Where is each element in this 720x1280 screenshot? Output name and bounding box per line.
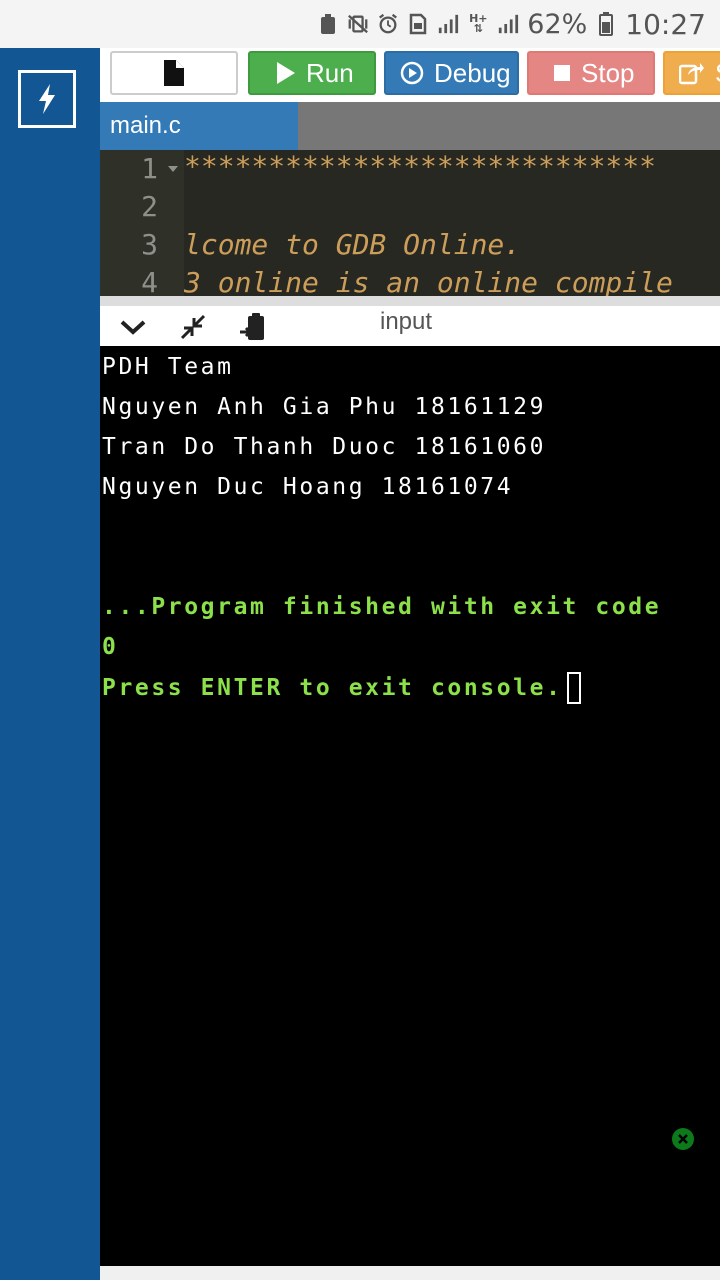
code-editor[interactable]: 1 2 3 4 **************************** lco… (100, 150, 720, 296)
run-label: Run (306, 57, 354, 88)
file-tab-bar: main.c (100, 102, 720, 150)
code-line: 3 online is an online compile (184, 266, 673, 296)
chevron-down-icon[interactable] (118, 312, 148, 342)
clock: 10:27 (625, 7, 706, 41)
battery-icon (595, 12, 617, 36)
line-number: 1 (141, 152, 158, 185)
console-title: input (380, 308, 433, 335)
tab-main-c[interactable]: main.c (100, 102, 298, 150)
run-button[interactable]: Run (248, 51, 376, 95)
share-icon (679, 63, 704, 85)
file-icon (164, 60, 184, 86)
output-line: Nguyen Anh Gia Phu 18161129 (102, 394, 547, 420)
line-number: 3 (141, 228, 158, 261)
output-line: Tran Do Thanh Duoc 18161060 (102, 434, 547, 460)
paste-clipboard-icon[interactable] (238, 312, 268, 342)
compress-icon[interactable] (178, 312, 208, 342)
play-circle-icon (400, 61, 424, 85)
console-output[interactable]: PDH Team Nguyen Anh Gia Phu 18161129 Tra… (100, 346, 720, 1266)
pane-splitter[interactable] (100, 296, 720, 306)
toolbar: Run Debug Stop S (100, 48, 720, 102)
exit-code: 0 (102, 634, 119, 660)
share-button[interactable]: S (663, 51, 720, 95)
share-label: S (715, 58, 720, 89)
play-icon (277, 62, 295, 84)
program-finished-message: ...Program finished with exit code (102, 594, 662, 620)
bottom-strip (100, 1266, 720, 1280)
output-line: PDH Team (102, 354, 234, 380)
status-icons: H+ ⇅ 62% 10:27 (317, 6, 706, 42)
fold-arrow-icon[interactable] (168, 166, 178, 172)
recycle-icon (317, 13, 339, 35)
line-number: 4 (141, 266, 158, 296)
line-number: 2 (141, 190, 158, 223)
alarm-icon (377, 13, 399, 35)
stop-icon (554, 65, 570, 81)
signal-icon (437, 13, 459, 35)
debug-button[interactable]: Debug (384, 51, 519, 95)
press-enter-message: Press ENTER to exit console. (102, 675, 563, 701)
sidebar (0, 48, 100, 1280)
sim-card-icon (407, 13, 429, 35)
lightning-bolt-icon (39, 84, 55, 114)
vibrate-mute-icon (347, 13, 369, 35)
close-console-icon[interactable] (672, 1128, 694, 1150)
battery-percent: 62% (527, 8, 588, 40)
text-cursor (566, 672, 581, 704)
stop-label: Stop (581, 57, 635, 88)
press-enter-line: Press ENTER to exit console. (102, 672, 581, 704)
line-number-gutter: 1 2 3 4 (100, 150, 184, 296)
code-line: **************************** (184, 150, 657, 183)
console-header: input (100, 306, 720, 346)
stop-button[interactable]: Stop (527, 51, 655, 95)
network-type-icon: H+ ⇅ (469, 12, 488, 35)
tab-label: main.c (110, 112, 181, 139)
debug-label: Debug (434, 57, 511, 88)
output-line: Nguyen Duc Hoang 18161074 (102, 474, 514, 500)
new-file-button[interactable] (110, 51, 238, 95)
code-area[interactable]: **************************** lcome to GD… (184, 150, 720, 296)
signal-icon-2 (497, 13, 519, 35)
status-bar: H+ ⇅ 62% 10:27 (0, 0, 720, 48)
code-line: lcome to GDB Online. (184, 228, 522, 261)
app-logo[interactable] (18, 70, 76, 128)
